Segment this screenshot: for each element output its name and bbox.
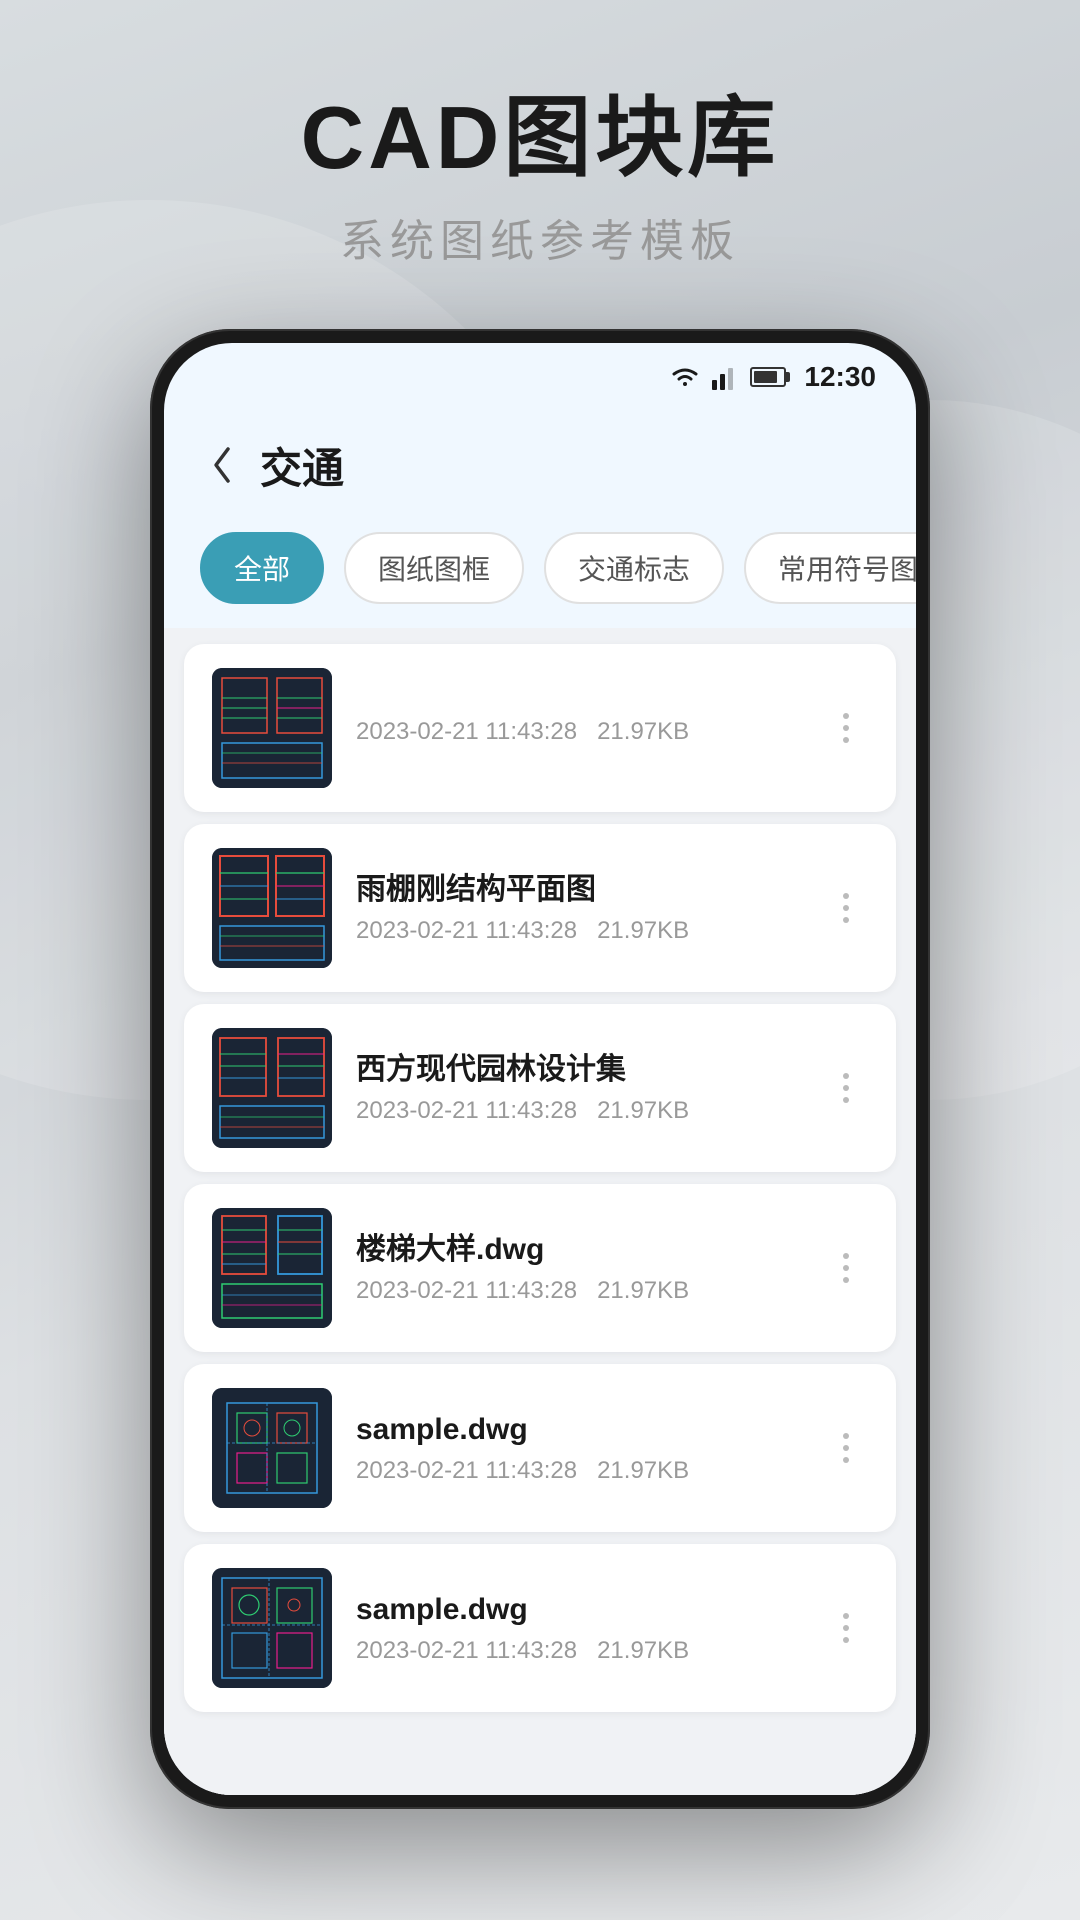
file-thumbnail-4 <box>212 1208 332 1328</box>
header-section: CAD图块库 系统图纸参考模板 <box>0 0 1080 329</box>
more-button-5[interactable] <box>824 1418 868 1478</box>
file-info-6: sample.dwg 2023-02-21 11:43:28 21.97KB <box>356 1590 800 1665</box>
file-size-6: 21.97KB <box>597 1637 689 1665</box>
file-info-3: 西方现代园林设计集 2023-02-21 11:43:28 21.97KB <box>356 1050 800 1125</box>
file-meta-6: 2023-02-21 11:43:28 21.97KB <box>356 1637 800 1665</box>
file-thumbnail-2 <box>212 848 332 968</box>
file-meta-2: 2023-02-21 11:43:28 21.97KB <box>356 917 800 945</box>
status-icons: 12:30 <box>668 361 876 393</box>
file-info-5: sample.dwg 2023-02-21 11:43:28 21.97KB <box>356 1410 800 1485</box>
file-size-5: 21.97KB <box>597 1457 689 1485</box>
tab-all[interactable]: 全部 <box>200 532 324 604</box>
phone-container: 12:30 交通 全部 图纸图框 交通 <box>0 329 1080 1809</box>
file-meta-4: 2023-02-21 11:43:28 21.97KB <box>356 1277 800 1305</box>
battery-icon <box>750 367 786 387</box>
file-info-2: 雨棚刚结构平面图 2023-02-21 11:43:28 21.97KB <box>356 870 800 945</box>
file-date-4: 2023-02-21 11:43:28 <box>356 1277 577 1305</box>
phone-screen: 12:30 交通 全部 图纸图框 交通 <box>164 343 916 1795</box>
list-item[interactable]: 楼梯大样.dwg 2023-02-21 11:43:28 21.97KB <box>184 1184 896 1352</box>
nav-header: 交通 <box>164 411 916 516</box>
list-item[interactable]: 西方现代园林设计集 2023-02-21 11:43:28 21.97KB <box>184 1004 896 1172</box>
wifi-icon <box>668 364 702 390</box>
main-title: CAD图块库 <box>0 90 1080 187</box>
file-size-2: 21.97KB <box>597 917 689 945</box>
file-name-5: sample.dwg <box>356 1410 800 1449</box>
more-button-4[interactable] <box>824 1238 868 1298</box>
file-meta-1: 2023-02-21 11:43:28 21.97KB <box>356 718 800 746</box>
file-thumbnail-1 <box>212 668 332 788</box>
tab-frame[interactable]: 图纸图框 <box>344 532 524 604</box>
file-meta-3: 2023-02-21 11:43:28 21.97KB <box>356 1097 800 1125</box>
tab-sign[interactable]: 交通标志 <box>544 532 724 604</box>
file-list: 2023-02-21 11:43:28 21.97KB <box>164 628 916 1795</box>
file-thumbnail-5 <box>212 1388 332 1508</box>
file-size-3: 21.97KB <box>597 1097 689 1125</box>
more-button-1[interactable] <box>824 698 868 758</box>
file-info-1: 2023-02-21 11:43:28 21.97KB <box>356 710 800 746</box>
file-thumbnail-6 <box>212 1568 332 1688</box>
more-button-6[interactable] <box>824 1598 868 1658</box>
file-size-1: 21.97KB <box>597 718 689 746</box>
back-button[interactable] <box>200 443 244 487</box>
file-size-4: 21.97KB <box>597 1277 689 1305</box>
tab-symbol[interactable]: 常用符号图例 <box>744 532 916 604</box>
signal-icon <box>712 364 740 390</box>
list-item[interactable]: sample.dwg 2023-02-21 11:43:28 21.97KB <box>184 1544 896 1712</box>
file-meta-5: 2023-02-21 11:43:28 21.97KB <box>356 1457 800 1485</box>
status-bar: 12:30 <box>164 343 916 411</box>
list-item[interactable]: sample.dwg 2023-02-21 11:43:28 21.97KB <box>184 1364 896 1532</box>
list-item[interactable]: 2023-02-21 11:43:28 21.97KB <box>184 644 896 812</box>
more-button-3[interactable] <box>824 1058 868 1118</box>
nav-title: 交通 <box>260 435 344 496</box>
status-time: 12:30 <box>804 361 876 393</box>
file-date-3: 2023-02-21 11:43:28 <box>356 1097 577 1125</box>
file-info-4: 楼梯大样.dwg 2023-02-21 11:43:28 21.97KB <box>356 1230 800 1305</box>
file-name-2: 雨棚刚结构平面图 <box>356 870 800 909</box>
filter-tabs: 全部 图纸图框 交通标志 常用符号图例 <box>164 516 916 628</box>
phone-mockup: 12:30 交通 全部 图纸图框 交通 <box>150 329 930 1809</box>
file-date-5: 2023-02-21 11:43:28 <box>356 1457 577 1485</box>
sub-title: 系统图纸参考模板 <box>0 205 1080 269</box>
app-content: 交通 全部 图纸图框 交通标志 常用符号图例 <box>164 411 916 1795</box>
file-thumbnail-3 <box>212 1028 332 1148</box>
file-name-4: 楼梯大样.dwg <box>356 1230 800 1269</box>
file-name-3: 西方现代园林设计集 <box>356 1050 800 1089</box>
file-name-6: sample.dwg <box>356 1590 800 1629</box>
more-button-2[interactable] <box>824 878 868 938</box>
list-item[interactable]: 雨棚刚结构平面图 2023-02-21 11:43:28 21.97KB <box>184 824 896 992</box>
file-date-2: 2023-02-21 11:43:28 <box>356 917 577 945</box>
file-date-6: 2023-02-21 11:43:28 <box>356 1637 577 1665</box>
file-date-1: 2023-02-21 11:43:28 <box>356 718 577 746</box>
